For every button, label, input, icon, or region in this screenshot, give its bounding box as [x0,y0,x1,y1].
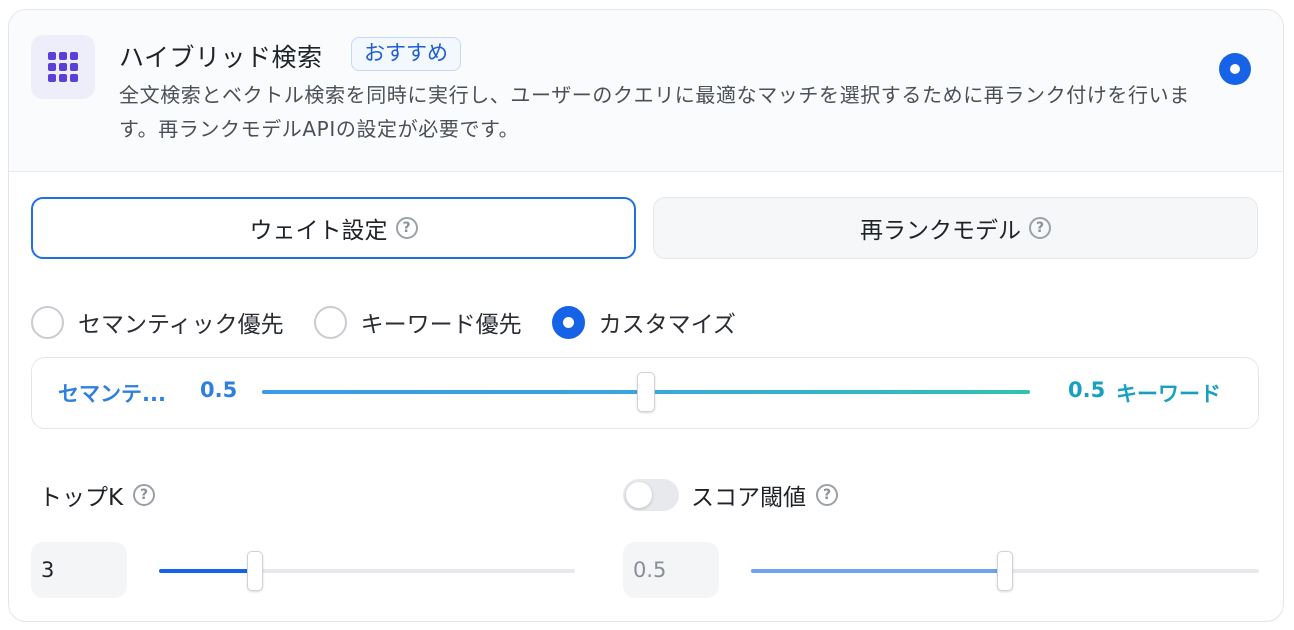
score-threshold-input[interactable] [623,542,719,598]
score-threshold-toggle[interactable] [623,479,679,511]
retrieval-setting-card: ハイブリッド検索 おすすめ 全文検索とベクトル検索を同時に実行し、ユーザーのクエ… [8,9,1284,622]
preset-label: セマンティック優先 [78,312,284,338]
score-threshold-slider-fill [751,569,1005,573]
score-threshold-label-row: スコア閾値 ? [623,478,838,512]
weight-slider-box: セマンテ... 0.5 0.5 キーワード [31,357,1259,429]
preset-semantic[interactable]: セマンティック優先 [31,305,284,339]
score-threshold-label: スコア閾値 [691,485,806,511]
top-k-slider-track[interactable] [159,569,575,573]
keyword-weight-value: 0.5 [1068,378,1106,402]
help-icon[interactable]: ? [133,484,156,506]
recommended-badge: おすすめ [351,37,461,71]
help-icon[interactable]: ? [395,217,418,239]
help-icon[interactable]: ? [1029,217,1051,239]
hybrid-search-radio[interactable] [1219,53,1251,85]
radio-circle[interactable] [31,305,64,339]
hybrid-search-header[interactable]: ハイブリッド検索 おすすめ 全文検索とベクトル検索を同時に実行し、ユーザーのクエ… [9,10,1283,172]
preset-label: キーワード優先 [360,312,522,338]
preset-label: カスタマイズ [598,312,736,338]
tab-weight-settings[interactable]: ウェイト設定 ? [31,197,636,259]
top-k-label-row: トップK ? [39,478,156,512]
keyword-label: キーワード [1116,382,1221,406]
radio-circle-selected[interactable] [551,305,585,339]
top-k-slider-thumb[interactable] [246,551,263,591]
top-k-slider-fill [159,569,255,573]
top-k-label: トップK [39,485,124,511]
semantic-weight-value: 0.5 [200,378,238,402]
help-icon[interactable]: ? [816,484,838,506]
tab-rerank-model[interactable]: 再ランクモデル ? [653,197,1258,259]
option-description: 全文検索とベクトル検索を同時に実行し、ユーザーのクエリに最適なマッチを選択するた… [119,83,1190,141]
radio-circle[interactable] [313,305,347,339]
grid-dots-icon [31,35,95,99]
preset-keyword[interactable]: キーワード優先 [313,305,522,339]
top-k-input[interactable] [31,542,127,598]
weight-slider-thumb[interactable] [637,372,655,412]
option-title: ハイブリッド検索 [119,43,323,72]
preset-custom[interactable]: カスタマイズ [551,305,736,339]
semantic-label: セマンテ... [58,382,166,406]
tab-label: 再ランクモデル [860,218,1021,244]
weight-preset-group: セマンティック優先 キーワード優先 カスタマイズ [31,304,766,340]
tab-label: ウェイト設定 [249,218,388,244]
score-threshold-slider-thumb[interactable] [997,551,1013,591]
